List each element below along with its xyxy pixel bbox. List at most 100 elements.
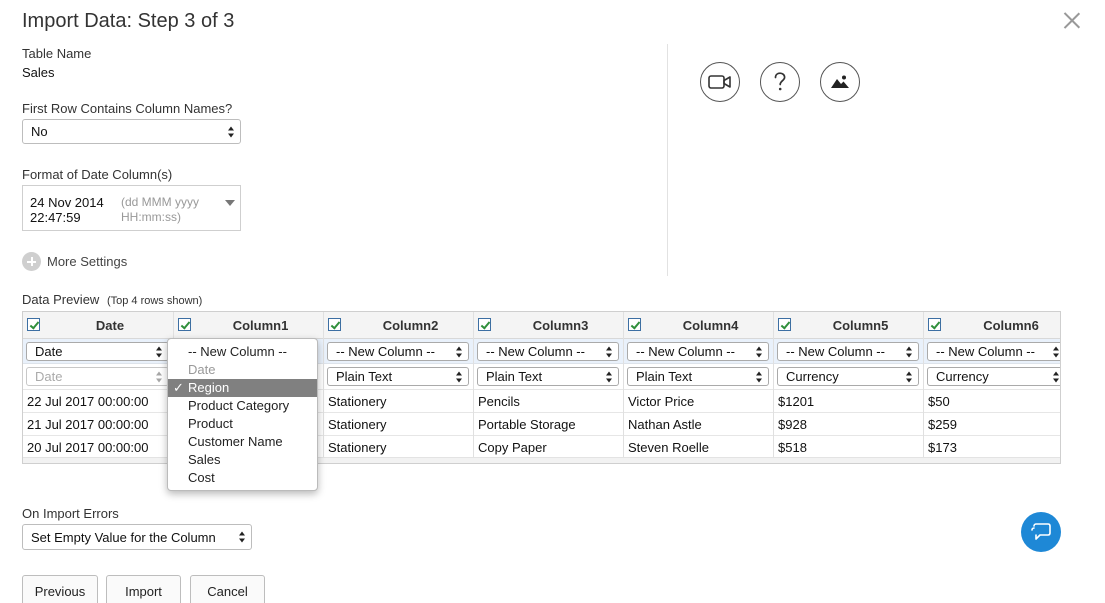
column-header-label: Column1 — [232, 318, 289, 333]
import-button[interactable]: Import — [106, 575, 181, 603]
select-arrows-icon — [228, 126, 235, 137]
column-type-select[interactable]: Plain Text — [327, 367, 469, 386]
select-arrows-icon — [156, 346, 163, 357]
date-format-value: 24 Nov 2014 22:47:59 — [30, 195, 104, 225]
data-preview-label: Data Preview — [22, 292, 100, 307]
select-arrows-icon — [456, 371, 463, 382]
column-type-select[interactable]: Plain Text — [477, 367, 619, 386]
dropdown-option-selected[interactable]: ✓ Region — [168, 379, 317, 397]
cancel-button[interactable]: Cancel — [190, 575, 265, 603]
more-settings-toggle[interactable]: More Settings — [22, 252, 127, 271]
dropdown-option-label: -- New Column -- — [188, 344, 287, 359]
import-errors-value: Set Empty Value for the Column — [31, 529, 216, 545]
help-button[interactable] — [760, 62, 800, 102]
dropdown-option-label: Cost — [188, 470, 215, 485]
dropdown-option[interactable]: Product Category — [168, 397, 317, 415]
grid-column-2: Column2 -- New Column -- Plain Text Stat… — [324, 312, 474, 463]
mapping-row: -- New Column -- — [774, 339, 923, 364]
column-checkbox[interactable] — [328, 318, 341, 331]
chat-button[interactable] — [1021, 512, 1061, 552]
column-mapping-select[interactable]: -- New Column -- — [477, 342, 619, 361]
dropdown-option-label: Region — [188, 380, 230, 395]
column-checkbox[interactable] — [178, 318, 191, 331]
column-header-label: Column3 — [532, 318, 589, 333]
dropdown-option-label: Product Category — [188, 398, 290, 413]
column-mapping-select[interactable]: -- New Column -- — [927, 342, 1060, 361]
column-type-value: Currency — [786, 369, 839, 384]
image-button[interactable] — [820, 62, 860, 102]
column-type-select[interactable]: Currency — [927, 367, 1060, 386]
table-cell: $518 — [774, 436, 923, 459]
column-mapping-dropdown[interactable]: -- New Column -- Date ✓ Region Product Ca… — [167, 338, 318, 491]
select-arrows-icon — [756, 371, 763, 382]
type-row: Date — [23, 364, 173, 390]
table-cell: Stationery — [324, 413, 473, 436]
data-preview-subtitle: (Top 4 rows shown) — [106, 295, 203, 307]
column-header: Column6 — [924, 312, 1060, 339]
type-row: Plain Text — [324, 364, 473, 390]
column-type-value: Currency — [936, 369, 989, 384]
column-header: Column4 — [624, 312, 773, 339]
column-mapping-select[interactable]: Date — [26, 342, 169, 361]
type-row: Currency — [774, 364, 923, 390]
column-type-select[interactable]: Currency — [777, 367, 919, 386]
table-cell: 20 Jul 2017 00:00:00 — [23, 436, 173, 459]
dropdown-option[interactable]: -- New Column -- — [168, 343, 317, 361]
more-settings-label: More Settings — [47, 254, 128, 269]
dropdown-option[interactable]: Sales — [168, 451, 317, 469]
table-cell: Nathan Astle — [624, 413, 773, 436]
table-cell: $50 — [924, 390, 1060, 413]
mapping-row: -- New Column -- — [324, 339, 473, 364]
column-type-value: Plain Text — [636, 369, 693, 384]
table-cell: Victor Price — [624, 390, 773, 413]
grid-column-6: Column6 -- New Column -- Currency $50 $2… — [924, 312, 1060, 463]
table-cell: $259 — [924, 413, 1060, 436]
grid-column-5: Column5 -- New Column -- Currency $1201 … — [774, 312, 924, 463]
select-arrows-icon — [239, 531, 246, 543]
select-arrows-icon — [906, 371, 913, 382]
column-checkbox[interactable] — [778, 318, 791, 331]
grid-column-3: Column3 -- New Column -- Plain Text Penc… — [474, 312, 624, 463]
help-icon — [774, 72, 786, 91]
plus-circle-icon — [22, 252, 41, 271]
date-format-hint: (dd MMM yyyy HH:mm:ss) — [121, 195, 199, 224]
type-row: Plain Text — [624, 364, 773, 390]
column-header: Date — [23, 312, 173, 339]
column-mapping-select[interactable]: -- New Column -- — [627, 342, 769, 361]
import-errors-select[interactable]: Set Empty Value for the Column — [22, 524, 252, 550]
dropdown-option[interactable]: Customer Name — [168, 433, 317, 451]
dropdown-option-label: Customer Name — [188, 434, 283, 449]
column-mapping-value: -- New Column -- — [486, 344, 585, 359]
dropdown-arrow-icon — [225, 200, 235, 206]
column-mapping-select[interactable]: -- New Column -- — [777, 342, 919, 361]
dropdown-option-label: Sales — [188, 452, 221, 467]
video-button[interactable] — [700, 62, 740, 102]
select-arrows-icon — [456, 346, 463, 357]
column-mapping-select[interactable]: -- New Column -- — [327, 342, 469, 361]
dropdown-option[interactable]: Product — [168, 415, 317, 433]
select-arrows-icon — [1053, 346, 1060, 357]
column-header: Column5 — [774, 312, 923, 339]
column-type-select[interactable]: Plain Text — [627, 367, 769, 386]
date-format-select[interactable]: 24 Nov 2014 22:47:59 (dd MMM yyyy HH:mm:… — [22, 185, 241, 231]
column-checkbox[interactable] — [628, 318, 641, 331]
data-preview-title: Data Preview (Top 4 rows shown) — [22, 292, 202, 307]
grid-column-4: Column4 -- New Column -- Plain Text Vict… — [624, 312, 774, 463]
column-checkbox[interactable] — [928, 318, 941, 331]
column-mapping-value: -- New Column -- — [936, 344, 1035, 359]
column-header-label: Column4 — [682, 318, 739, 333]
column-checkbox[interactable] — [27, 318, 40, 331]
first-row-label: First Row Contains Column Names? — [22, 101, 233, 116]
close-icon[interactable] — [1060, 9, 1084, 33]
dropdown-option[interactable]: Cost — [168, 469, 317, 487]
table-cell: 21 Jul 2017 00:00:00 — [23, 413, 173, 436]
column-header: Column1 — [174, 312, 323, 339]
column-type-value: Plain Text — [336, 369, 393, 384]
first-row-select[interactable]: No — [22, 119, 241, 144]
table-cell: 22 Jul 2017 00:00:00 — [23, 390, 173, 413]
previous-button[interactable]: Previous — [22, 575, 98, 603]
select-arrows-icon — [606, 371, 613, 382]
column-checkbox[interactable] — [478, 318, 491, 331]
table-name-value: Sales — [22, 65, 55, 80]
table-cell: Steven Roelle — [624, 436, 773, 459]
